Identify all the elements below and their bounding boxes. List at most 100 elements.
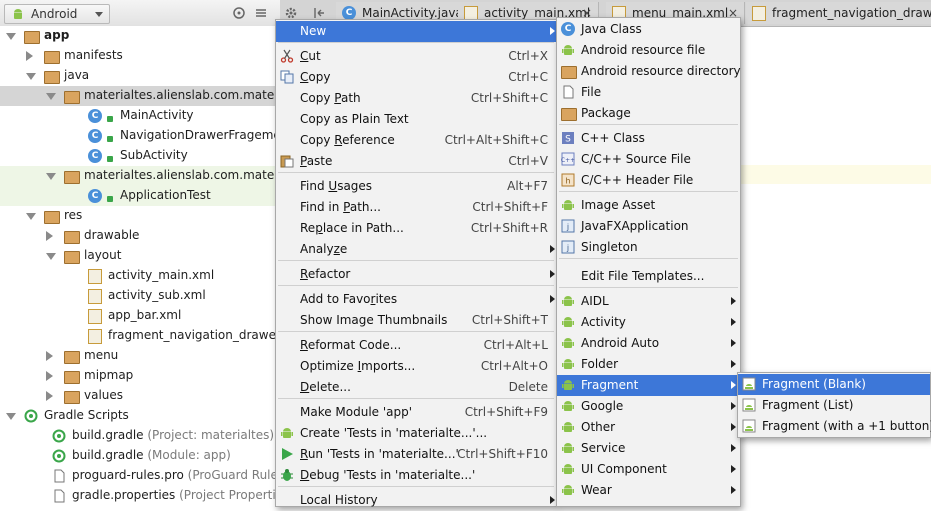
new-menu-item-image-asset[interactable]: Image Asset <box>557 195 740 216</box>
expand-arrow-icon[interactable] <box>6 33 16 40</box>
expand-arrow-icon[interactable] <box>26 73 36 80</box>
expand-arrow-icon[interactable] <box>46 93 56 100</box>
new-menu-item-android-resource-file[interactable]: Android resource file <box>557 40 740 61</box>
menu-item-make-module[interactable]: Make Module 'app' Ctrl+Shift+F9 <box>276 402 556 423</box>
menu-item-replace-in-path[interactable]: Replace in Path... Ctrl+Shift+R <box>276 218 556 239</box>
tree-row[interactable]: gradle.properties (Project Properties) <box>0 486 280 505</box>
new-menu-item-package[interactable]: Package <box>557 103 740 124</box>
new-menu-item-ui-component[interactable]: UI Component <box>557 459 740 480</box>
new-menu-item-edit-file-templates[interactable]: Edit File Templates... <box>557 266 740 287</box>
menu-item-fragment-blank[interactable]: Fragment (Blank) <box>738 374 930 395</box>
tree-row[interactable]: C MainActivity <box>0 106 280 126</box>
menu-separator <box>278 331 554 332</box>
menu-item-reformat-code[interactable]: Reformat Code... Ctrl+Alt+L <box>276 335 556 356</box>
new-menu-item-cpp-source-file[interactable]: C/C++ Source File C++ <box>557 149 740 170</box>
gradle-icon <box>52 429 66 443</box>
tree-row[interactable]: activity_main.xml <box>0 266 280 286</box>
gradle-icon <box>52 449 66 463</box>
new-menu-item-java-class[interactable]: Java Class C <box>557 19 740 40</box>
new-menu-item-singleton[interactable]: Singleton j <box>557 237 740 258</box>
new-menu-item-service[interactable]: Service <box>557 438 740 459</box>
tree-row[interactable]: C SubActivity <box>0 146 280 166</box>
menu-item-copy[interactable]: Copy Ctrl+C <box>276 67 556 88</box>
android-icon <box>561 399 575 413</box>
tree-row[interactable]: proguard-rules.pro (ProGuard Rules for a… <box>0 466 280 486</box>
new-menu-item-cpp-header-file[interactable]: C/C++ Header File h <box>557 170 740 191</box>
expand-arrow-icon[interactable] <box>46 173 56 180</box>
new-menu-item-file[interactable]: File <box>557 82 740 103</box>
tree-row[interactable]: manifests <box>0 46 280 66</box>
collapse-arrow-icon[interactable] <box>46 231 53 241</box>
menu-item-show-image-thumbnails[interactable]: Show Image Thumbnails Ctrl+Shift+T <box>276 310 556 331</box>
new-menu-item-aidl[interactable]: AIDL <box>557 291 740 312</box>
file-icon <box>561 85 575 99</box>
menu-item-refactor[interactable]: Refactor <box>276 264 556 285</box>
tree-row[interactable]: C ApplicationTest <box>0 186 280 206</box>
menu-item-local-history[interactable]: Local History <box>276 490 556 511</box>
tree-row[interactable]: fragment_navigation_drawer.xml <box>0 326 280 346</box>
menu-item-run-tests[interactable]: Run 'Tests in 'materialte...' Ctrl+Shift+… <box>276 444 556 465</box>
new-menu-item-javafx-application[interactable]: JavaFXApplication j <box>557 216 740 237</box>
expand-arrow-icon[interactable] <box>6 413 16 420</box>
tab-fragment-navigation-drawer-xml[interactable]: fragment_navigation_drawer.xml <box>746 2 931 24</box>
menu-item-delete[interactable]: Delete... Delete <box>276 377 556 398</box>
sync-target-icon[interactable] <box>232 6 246 20</box>
tree-row[interactable]: res <box>0 206 280 226</box>
new-menu-item-other[interactable]: Other <box>557 417 740 438</box>
tree-row[interactable]: build.gradle (Project: materialtes) <box>0 426 280 446</box>
menu-item-debug-tests[interactable]: Debug 'Tests in 'materialte...' <box>276 465 556 486</box>
project-view-select[interactable]: Android <box>4 4 110 24</box>
menu-item-fragment-list[interactable]: Fragment (List) <box>738 395 930 416</box>
expand-arrow-icon[interactable] <box>26 213 36 220</box>
new-menu-item-android-auto[interactable]: Android Auto <box>557 333 740 354</box>
new-menu-item-android-resource-directory[interactable]: Android resource directory <box>557 61 741 82</box>
collapse-arrow-icon[interactable] <box>46 391 53 401</box>
menu-item-create-tests[interactable]: Create 'Tests in 'materialte...'... <box>276 423 556 444</box>
tree-item-subtitle: (Module: app) <box>143 448 231 462</box>
menu-item-copy-path[interactable]: Copy Path Ctrl+Shift+C <box>276 88 556 109</box>
tree-row[interactable]: menu <box>0 346 280 366</box>
tree-row[interactable]: activity_sub.xml <box>0 286 280 306</box>
collapse-arrow-icon[interactable] <box>46 371 53 381</box>
tree-row[interactable]: Gradle Scripts <box>0 406 280 426</box>
folder-icon <box>561 64 577 79</box>
menu-item-add-to-favorites[interactable]: Add to Favorites <box>276 289 556 310</box>
tree-row[interactable]: C NavigationDrawerFragement <box>0 126 280 146</box>
tree-row[interactable]: build.gradle (Module: app) <box>0 446 280 466</box>
menu-item-find-in-path[interactable]: Find in Path... Ctrl+Shift+F <box>276 197 556 218</box>
new-menu-item-fragment[interactable]: Fragment <box>557 375 740 396</box>
menu-item-cut[interactable]: Cut Ctrl+X <box>276 46 556 67</box>
menu-item-fragment-with-plus-one-button[interactable]: Fragment (with a +1 button) <box>738 416 931 437</box>
tree-row[interactable]: java <box>0 66 280 86</box>
tree-row[interactable]: materialtes.alienslab.com.materialtes <box>0 166 280 186</box>
svg-text:C++: C++ <box>561 157 575 164</box>
collapse-arrow-icon[interactable] <box>26 51 33 61</box>
menu-item-copy-reference[interactable]: Copy Reference Ctrl+Alt+Shift+C <box>276 130 556 151</box>
menu-item-find-usages[interactable]: Find Usages Alt+F7 <box>276 176 556 197</box>
collapse-arrow-icon[interactable] <box>46 351 53 361</box>
hide-panel-icon[interactable] <box>312 6 326 20</box>
tree-row[interactable]: materialtes.alienslab.com.materialtes <box>0 86 280 106</box>
menu-item-paste[interactable]: Paste Ctrl+V <box>276 151 556 172</box>
new-menu-item-activity[interactable]: Activity <box>557 312 740 333</box>
cpp-class-icon: S <box>561 131 575 145</box>
tree-row[interactable]: layout <box>0 246 280 266</box>
tree-row[interactable]: mipmap <box>0 366 280 386</box>
expand-arrow-icon[interactable] <box>46 253 56 260</box>
collapse-all-icon[interactable] <box>254 6 268 20</box>
tree-item-label: NavigationDrawerFragement <box>120 128 280 142</box>
gear-icon[interactable] <box>284 6 298 20</box>
tree-row[interactable]: app_bar.xml <box>0 306 280 326</box>
menu-item-copy-plain-text[interactable]: Copy as Plain Text <box>276 109 556 130</box>
menu-item-optimize-imports[interactable]: Optimize Imports... Ctrl+Alt+O <box>276 356 556 377</box>
menu-item-new[interactable]: New <box>276 21 556 42</box>
tree-row[interactable]: drawable <box>0 226 280 246</box>
new-menu-item-folder[interactable]: Folder <box>557 354 740 375</box>
menu-item-analyze[interactable]: Analyze <box>276 239 556 260</box>
new-menu-item-wear[interactable]: Wear <box>557 480 740 501</box>
tree-row[interactable]: values <box>0 386 280 406</box>
new-menu-item-cpp-class[interactable]: C++ Class S <box>557 128 740 149</box>
tree-item-label: app_bar.xml <box>108 308 182 322</box>
new-menu-item-google[interactable]: Google <box>557 396 740 417</box>
tree-row[interactable]: app <box>0 26 280 46</box>
